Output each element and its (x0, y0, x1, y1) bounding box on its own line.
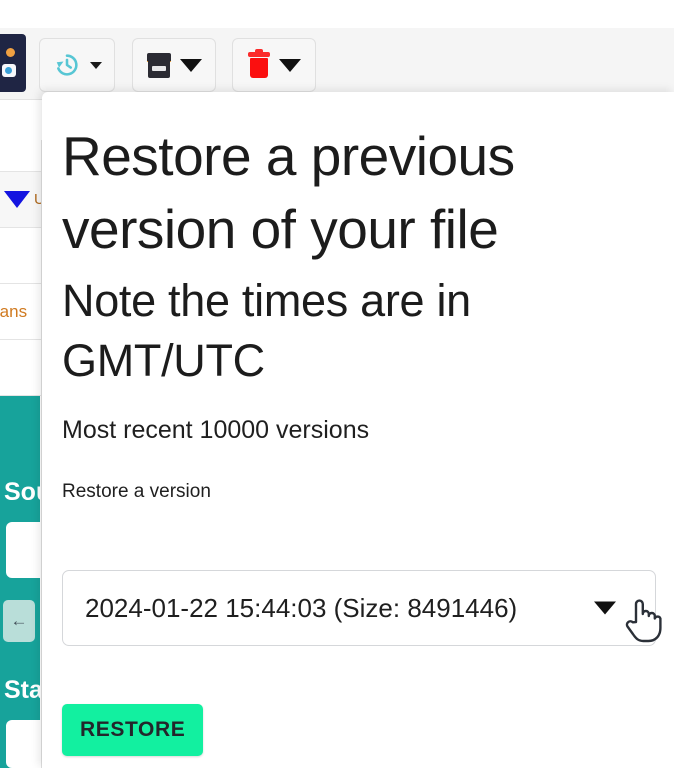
table-row[interactable]: rans (0, 284, 42, 340)
back-arrow-button[interactable]: ← (3, 600, 35, 642)
table-row[interactable] (0, 340, 42, 396)
sidebar-status-input[interactable] (6, 720, 46, 768)
delete-button[interactable] (232, 38, 316, 92)
history-clock-icon (56, 54, 78, 76)
version-select-wrapper: 2024-01-22 15:44:03 (Size: 8491446) (62, 570, 656, 646)
version-select[interactable]: 2024-01-22 15:44:03 (Size: 8491446) (62, 570, 656, 646)
chevron-down-icon[interactable] (89, 61, 102, 69)
version-select-value: 2024-01-22 15:44:03 (Size: 8491446) (85, 592, 518, 623)
restore-version-popover: Restore a previous version of your file … (42, 92, 674, 768)
chevron-down-icon[interactable] (179, 58, 202, 72)
history-restore-button[interactable] (39, 38, 115, 92)
restore-button[interactable]: RESTORE (62, 704, 204, 756)
logo-dot-orange (6, 48, 15, 57)
version-count-note: Most recent 10000 versions (62, 415, 370, 444)
filter-icon[interactable] (4, 191, 30, 208)
sidebar-panel (0, 396, 40, 768)
sidebar-label-status: Sta (4, 676, 43, 704)
logo-dot-blue (5, 67, 12, 74)
table-filter-row[interactable]: U (0, 172, 42, 228)
popover-title: Restore a previous version of your file (62, 125, 515, 260)
archive-box-icon (146, 52, 171, 78)
app-logo (0, 34, 26, 92)
table-cell-text: rans (0, 301, 28, 321)
archive-button[interactable] (132, 38, 216, 92)
trash-icon (247, 49, 270, 78)
popover-subtitle: Note the times are in GMT/UTC (62, 275, 471, 387)
restore-version-label: Restore a version (62, 480, 211, 502)
table-header-row (0, 140, 42, 172)
table-row[interactable] (0, 228, 42, 284)
sidebar-source-input[interactable] (6, 522, 46, 578)
chevron-down-icon[interactable] (278, 58, 301, 72)
